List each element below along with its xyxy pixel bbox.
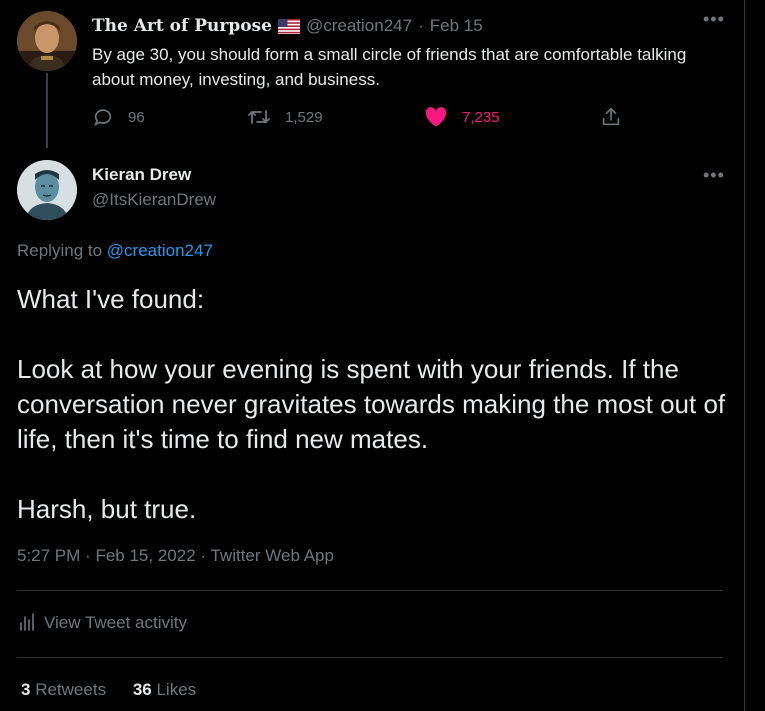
parent-header: The Art of Purpose @creation247 · Feb 15 <box>92 14 483 38</box>
tweet-paragraph: Look at how your evening is spent with y… <box>17 354 726 454</box>
tweet-time[interactable]: 5:27 PM <box>17 546 80 565</box>
reply-icon <box>94 109 112 127</box>
main-avatar[interactable] <box>17 160 77 220</box>
main-handle[interactable]: @ItsKieranDrew <box>92 190 216 210</box>
tweet-paragraph: Harsh, but true. <box>17 494 197 524</box>
likes-stat[interactable]: 36 Likes <box>133 680 196 699</box>
tweet-paragraph: What I've found: <box>17 284 205 314</box>
parent-tweet-text: By age 30, you should form a small circl… <box>92 45 687 89</box>
parent-date[interactable]: Feb 15 <box>430 16 483 36</box>
us-flag-icon <box>277 18 300 34</box>
activity-label: View Tweet activity <box>44 613 187 632</box>
more-options-icon[interactable]: ••• <box>703 166 725 184</box>
heart-icon <box>425 107 447 127</box>
column-border <box>744 0 745 711</box>
replying-to-link[interactable]: @creation247 <box>107 241 213 260</box>
parent-avatar[interactable] <box>17 11 77 71</box>
share-button[interactable] <box>600 106 636 128</box>
tweet-date[interactable]: Feb 15, 2022 <box>95 546 195 565</box>
likes-label: Likes <box>156 680 197 699</box>
more-options-icon[interactable]: ••• <box>703 10 725 28</box>
view-tweet-activity-button[interactable]: View Tweet activity <box>19 613 187 633</box>
likes-count: 36 <box>132 680 152 699</box>
meta-dot: · <box>200 546 207 565</box>
retweets-count: 3 <box>21 680 31 699</box>
reply-count: 96 <box>128 108 145 126</box>
retweet-button[interactable]: 1,529 <box>247 106 323 128</box>
main-author-name[interactable]: Kieran Drew <box>92 165 191 185</box>
parent-tweet[interactable]: The Art of Purpose @creation247 · Feb 15… <box>0 0 744 150</box>
tweet-stats: 3 Retweets 36 Likes <box>21 680 218 700</box>
divider <box>17 657 723 658</box>
thread-line <box>46 73 48 148</box>
parent-actions: 96 1,529 7,235 <box>92 106 632 132</box>
tweet-source[interactable]: Twitter Web App <box>210 546 333 565</box>
retweets-stat[interactable]: 3 Retweets <box>21 680 111 699</box>
like-button[interactable]: 7,235 <box>424 106 500 128</box>
divider <box>17 590 723 591</box>
meta-dot: · <box>85 546 91 565</box>
tweet-meta: 5:27 PM · Feb 15, 2022 · Twitter Web App <box>17 546 334 566</box>
retweet-count: 1,529 <box>285 108 323 126</box>
replying-prefix: Replying to <box>17 241 103 260</box>
retweet-icon <box>248 110 270 124</box>
bar-chart-icon <box>20 613 34 631</box>
reply-button[interactable]: 96 <box>92 106 145 128</box>
replying-to: Replying to @creation247 <box>17 241 213 261</box>
parent-handle[interactable]: @creation247 <box>306 16 412 36</box>
main-tweet-text: What I've found: Look at how your evenin… <box>17 282 732 527</box>
retweets-label: Retweets <box>35 680 107 699</box>
parent-author-name[interactable]: The Art of Purpose <box>92 16 272 36</box>
share-icon <box>602 107 620 126</box>
header-separator: · <box>418 16 424 35</box>
like-count: 7,235 <box>462 108 500 126</box>
